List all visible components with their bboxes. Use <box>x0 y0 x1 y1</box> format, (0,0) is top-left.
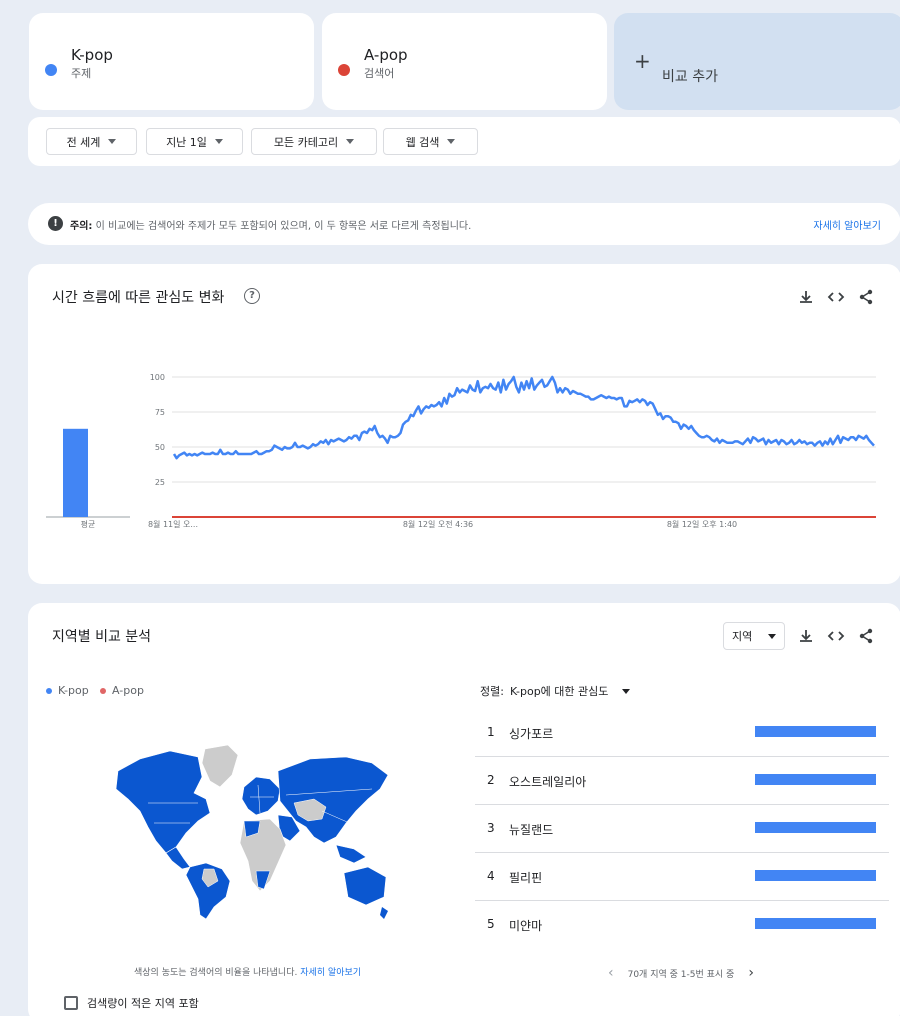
add-compare-button[interactable]: + 비교 추가 <box>614 13 900 110</box>
low-volume-checkbox[interactable] <box>64 996 78 1010</box>
map-europe <box>241 776 281 816</box>
interest-over-time-card: 시간 흐름에 따른 관심도 변화 ? 100 75 50 25 평균 8월 11일 오..… <box>28 264 900 584</box>
region-name: 필리핀 <box>509 871 543 885</box>
legend-label: K-pop <box>58 684 89 697</box>
caret-down-icon <box>346 139 355 144</box>
region-rank: 2 <box>487 773 495 787</box>
caret-down-icon <box>108 139 117 144</box>
term-type: 주제 <box>71 67 92 80</box>
filter-category[interactable]: 모든 카테고리 <box>251 128 377 155</box>
notice-banner: ! 주의: 이 비교에는 검색어와 주제가 모두 포함되어 있으며, 이 두 항… <box>28 203 900 245</box>
y-tick-label: 100 <box>150 373 165 382</box>
filter-label: 웹 검색 <box>405 135 440 149</box>
map-greenland <box>201 744 239 788</box>
term-name: K-pop <box>71 46 113 64</box>
notice-text: 주의: 이 비교에는 검색어와 주제가 모두 포함되어 있으며, 이 두 항목은… <box>70 217 471 232</box>
interest-chart: 100 75 50 25 평균 8월 11일 오... 8월 12일 오전 4:36 8월 1… <box>46 373 876 529</box>
term-card-kpop[interactable]: K-pop 주제 <box>29 13 314 110</box>
map-learn-more-link[interactable]: 자세히 알아보기 <box>300 968 361 978</box>
map-north-america <box>115 750 211 854</box>
regional-comparison-card: 지역별 비교 분석 지역 K-pop A-pop 정렬: K-pop에 대한 관… <box>28 603 900 1016</box>
filter-label: 전 세계 <box>66 135 101 149</box>
filter-bar: 전 세계 지난 1일 모든 카테고리 웹 검색 <box>28 117 900 166</box>
series-line-kpop <box>172 375 875 460</box>
region-bar <box>755 726 876 737</box>
download-icon[interactable] <box>797 627 815 645</box>
map-se-asia <box>335 844 367 864</box>
region-row[interactable]: 2 오스트레일리아 <box>475 757 889 805</box>
map-new-zealand <box>380 907 388 919</box>
filter-location[interactable]: 전 세계 <box>46 128 137 155</box>
notice-body: 이 비교에는 검색어와 주제가 모두 포함되어 있으며, 이 두 항목은 서로 … <box>95 221 472 232</box>
sort-label: 정렬: <box>480 685 504 698</box>
legend-kpop: K-pop <box>46 684 89 697</box>
add-compare-label: 비교 추가 <box>662 69 718 85</box>
region-bar <box>755 870 876 881</box>
notice-title: 주의: <box>70 221 93 232</box>
term-color-dot <box>45 64 57 76</box>
region-row[interactable]: 5 미얀마 <box>475 901 889 949</box>
section-title: 지역별 비교 분석 <box>52 629 152 645</box>
world-map[interactable] <box>110 741 390 921</box>
region-row[interactable]: 4 필리핀 <box>475 853 889 901</box>
filter-search-type[interactable]: 웹 검색 <box>383 128 478 155</box>
term-card-apop[interactable]: A-pop 검색어 <box>322 13 607 110</box>
region-rank: 1 <box>487 725 495 739</box>
region-bar <box>755 918 876 929</box>
region-rank: 5 <box>487 917 495 931</box>
map-note-text: 색상의 농도는 검색어의 비율을 나타냅니다. <box>134 968 298 978</box>
legend-dot <box>100 687 106 694</box>
region-name: 오스트레일리아 <box>509 775 587 789</box>
caret-down-icon <box>447 139 456 144</box>
y-tick-label: 25 <box>155 478 165 487</box>
term-name: A-pop <box>364 46 408 64</box>
filter-label: 모든 카테고리 <box>273 135 339 149</box>
embed-icon[interactable] <box>827 627 845 645</box>
sort-value: K-pop에 대한 관심도 <box>509 685 609 698</box>
term-type: 검색어 <box>364 67 395 80</box>
region-bar <box>755 822 876 833</box>
region-row[interactable]: 3 뉴질랜드 <box>475 805 889 853</box>
sort-dropdown[interactable]: 정렬: K-pop에 대한 관심도 <box>480 683 631 699</box>
region-name: 미얀마 <box>509 919 543 933</box>
caret-down-icon <box>214 139 223 144</box>
pagination: ‹ 70개 지역 중 1-5번 표시 중 › <box>608 965 754 981</box>
notice-learn-more-link[interactable]: 자세히 알아보기 <box>813 217 881 232</box>
prev-page-icon[interactable]: ‹ <box>608 965 614 981</box>
region-name: 뉴질랜드 <box>509 823 554 837</box>
region-bar <box>755 774 876 785</box>
filter-label: 지난 1일 <box>166 135 207 149</box>
region-row[interactable]: 1 싱가포르 <box>475 709 889 757</box>
caret-down-icon <box>768 633 776 639</box>
legend-apop: A-pop <box>100 684 144 697</box>
x-tick-label: 8월 12일 오전 4:36 <box>403 519 473 529</box>
x-tick-label: 8월 12일 오후 1:40 <box>667 519 737 529</box>
legend-dot <box>46 687 52 694</box>
checkbox-label: 검색량이 적은 지역 포함 <box>87 997 199 1010</box>
share-icon[interactable] <box>857 627 875 645</box>
region-resolution-select[interactable]: 지역 <box>723 622 785 650</box>
region-rank: 3 <box>487 821 495 835</box>
map-note: 색상의 농도는 검색어의 비율을 나타냅니다. 자세히 알아보기 <box>134 965 361 978</box>
avg-bar-kpop <box>63 428 88 517</box>
map-australia <box>343 866 387 906</box>
legend-label: A-pop <box>112 684 144 697</box>
avg-label: 평균 <box>81 519 96 529</box>
next-page-icon[interactable]: › <box>748 965 754 981</box>
region-rank: 4 <box>487 869 495 883</box>
y-tick-label: 50 <box>155 443 165 452</box>
pager-text: 70개 지역 중 1-5번 표시 중 <box>627 969 735 980</box>
caret-down-icon <box>622 688 631 694</box>
info-icon: ! <box>48 216 63 231</box>
low-volume-checkbox-row[interactable]: 검색량이 적은 지역 포함 <box>64 995 199 1011</box>
x-tick-label: 8월 11일 오... <box>148 519 198 529</box>
y-tick-label: 75 <box>155 408 165 417</box>
region-name: 싱가포르 <box>509 727 554 741</box>
term-color-dot <box>338 64 350 76</box>
filter-time[interactable]: 지난 1일 <box>146 128 243 155</box>
region-select-value: 지역 <box>732 630 753 643</box>
